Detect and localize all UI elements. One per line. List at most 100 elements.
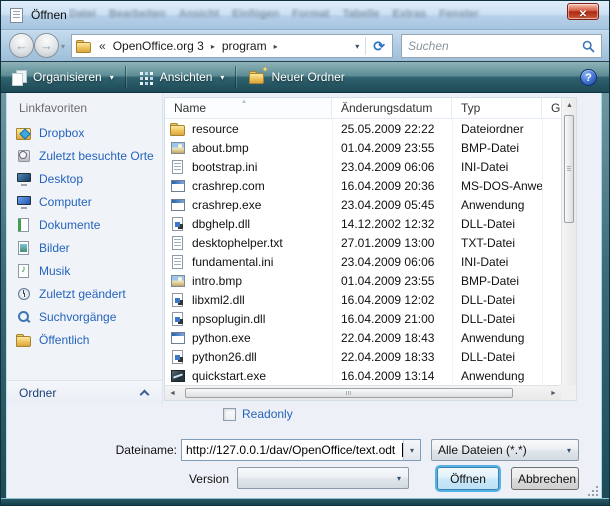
file-row[interactable]: libxml2.dll16.04.2009 12:02DLL-Datei (165, 290, 561, 309)
version-select[interactable]: ▾ (237, 467, 409, 489)
file-row[interactable]: crashrep.com16.04.2009 20:36MS-DOS-Anwen… (165, 176, 561, 195)
sidebar-item-public[interactable]: Öffentlich (7, 328, 162, 351)
breadcrumb-overflow-icon[interactable]: « (99, 39, 106, 53)
file-row[interactable]: bootstrap.ini23.04.2009 06:06INI-Datei (165, 157, 561, 176)
breadcrumb-dropdown-icon[interactable]: ▾ (349, 42, 365, 51)
file-row[interactable]: crashrep.exe23.04.2009 05:45Anwendung (165, 195, 561, 214)
app-icon (170, 197, 186, 213)
file-date: 01.04.2009 23:55 (332, 274, 452, 288)
file-row[interactable]: intro.bmp 01.04.2009 23:55BMP-Datei (165, 271, 561, 290)
help-button[interactable]: ? (580, 69, 597, 86)
horizontal-scroll-thumb[interactable] (185, 388, 513, 398)
column-header-label: Typ (461, 101, 480, 115)
file-date: 16.04.2009 20:36 (332, 179, 452, 193)
sidebar-item-computer[interactable]: Computer (7, 190, 162, 213)
filename-input[interactable]: http://127.0.0.1/dav/OpenOffice/text.odt… (181, 439, 421, 461)
file-row[interactable]: desktophelper.txt27.01.2009 13:00TXT-Dat… (165, 233, 561, 252)
file-name-cell: bootstrap.ini (165, 159, 332, 175)
background-menu-item: Ansicht (179, 8, 219, 20)
views-button[interactable]: Ansichten ▾ (130, 64, 234, 90)
breadcrumb-arrow-icon[interactable]: ▸ (271, 42, 281, 51)
file-row[interactable]: python26.dll22.04.2009 18:33DLL-Datei (165, 347, 561, 366)
file-row[interactable]: python.exe22.04.2009 18:43Anwendung (165, 328, 561, 347)
resize-grip[interactable] (586, 484, 599, 497)
dropbox-icon (16, 125, 32, 141)
sidebar-item-pictures[interactable]: Bilder (7, 236, 162, 259)
column-header-name[interactable]: Name (165, 98, 332, 118)
column-header-date[interactable]: Änderungsdatum (332, 98, 452, 118)
breadcrumb-segment[interactable]: program (218, 39, 271, 53)
folders-expander[interactable]: Ordner (7, 380, 162, 404)
scroll-right-icon[interactable]: ► (546, 386, 561, 401)
readonly-checkbox[interactable] (223, 408, 236, 421)
file-date: 22.04.2009 18:43 (332, 331, 452, 345)
sidebar-item-documents[interactable]: Dokumente (7, 213, 162, 236)
sort-ascending-icon: ▲ (241, 99, 247, 105)
file-name: python26.dll (192, 350, 257, 364)
file-name: libxml2.dll (192, 293, 245, 307)
open-button[interactable]: Öffnen (437, 467, 499, 490)
file-date: 16.04.2009 13:14 (332, 369, 452, 383)
background-menu-item: Tabelle (342, 8, 379, 20)
chevron-up-icon (140, 389, 150, 399)
breadcrumb-segment[interactable]: OpenOffice.org 3 (109, 39, 208, 53)
forward-button[interactable]: → (34, 33, 59, 58)
background-menu-item: Format (292, 8, 329, 20)
navigation-bar: ← → ▾ « OpenOffice.org 3▸program▸ ▾ ⟳ (1, 30, 609, 61)
file-name: dbghelp.dll (192, 217, 250, 231)
column-header-type[interactable]: Typ (452, 98, 542, 118)
breadcrumb-arrow-icon[interactable]: ▸ (208, 42, 218, 51)
search-input[interactable] (402, 36, 582, 56)
file-date: 16.04.2009 21:00 (332, 312, 452, 326)
filetype-select[interactable]: Alle Dateien (*.*) ▾ (431, 439, 579, 461)
file-name: crashrep.com (192, 179, 265, 193)
list-header: NameÄnderungsdatum Typ G (165, 98, 561, 119)
breadcrumb-segments: OpenOffice.org 3▸program▸ (109, 39, 281, 53)
history-dropdown-icon[interactable]: ▾ (61, 42, 65, 51)
folder-icon (76, 38, 92, 54)
readonly-label: Readonly (242, 407, 293, 421)
sidebar-item-searches[interactable]: Suchvorgänge (7, 305, 162, 328)
sidebar-item-music[interactable]: Musik (7, 259, 162, 282)
filename-dropdown-icon[interactable]: ▾ (403, 440, 420, 460)
file-row[interactable]: dbghelp.dll14.12.2002 12:32DLL-Datei (165, 214, 561, 233)
file-name: intro.bmp (192, 274, 242, 288)
sidebar-item-label: Zuletzt geändert (39, 287, 126, 301)
scroll-up-icon[interactable]: ▲ (562, 98, 577, 113)
cancel-button[interactable]: Abbrechen (511, 467, 579, 490)
file-name-cell: crashrep.exe (165, 197, 332, 213)
sidebar-item-recent-changed[interactable]: Zuletzt geändert (7, 282, 162, 305)
refresh-icon[interactable]: ⟳ (366, 38, 392, 55)
bmp-icon (170, 273, 186, 289)
file-type: Anwendung (452, 331, 542, 345)
back-button[interactable]: ← (9, 33, 34, 58)
sidebar-item-recent-places[interactable]: Zuletzt besuchte Orte (7, 144, 162, 167)
file-row[interactable]: quickstart.exe16.04.2009 13:14Anwendung (165, 366, 561, 385)
close-button[interactable]: ✕ (567, 3, 599, 20)
file-name: bootstrap.ini (192, 160, 257, 174)
dll-icon (170, 216, 186, 232)
scroll-left-icon[interactable]: ◄ (165, 386, 180, 401)
file-row[interactable]: npsoplugin.dll16.04.2009 21:00DLL-Datei (165, 309, 561, 328)
vertical-scrollbar[interactable]: ▲ ▼ (561, 98, 576, 400)
search-icon[interactable] (582, 40, 595, 53)
file-row[interactable]: fundamental.ini23.04.2009 06:06INI-Datei (165, 252, 561, 271)
new-folder-button[interactable]: ✦ Neuer Ordner (240, 64, 353, 90)
organize-button[interactable]: Organisieren ▾ (3, 64, 123, 90)
file-type: TXT-Datei (452, 236, 542, 250)
file-name: npsoplugin.dll (192, 312, 265, 326)
file-row[interactable]: resource25.05.2009 22:22Dateiordner (165, 119, 561, 138)
sidebar-item-desktop[interactable]: Desktop (7, 167, 162, 190)
file-row[interactable]: about.bmp01.04.2009 23:55BMP-Datei (165, 138, 561, 157)
horizontal-scrollbar[interactable]: ◄ ► (165, 385, 561, 400)
dialog-title: Öffnen (31, 8, 67, 22)
sidebar-item-dropbox[interactable]: Dropbox (7, 121, 162, 144)
file-type: BMP-Datei (452, 274, 542, 288)
titlebar[interactable]: DateiBearbeitenAnsichtEinfügenFormatTabe… (1, 1, 609, 30)
vertical-scroll-thumb[interactable] (564, 115, 574, 223)
column-header-size[interactable]: G (542, 98, 561, 118)
window-frame-right (601, 93, 609, 505)
new-folder-icon: ✦ (249, 69, 265, 85)
breadcrumb[interactable]: « OpenOffice.org 3▸program▸ ▾ ⟳ (71, 34, 393, 58)
readonly-row: Readonly (223, 407, 293, 421)
